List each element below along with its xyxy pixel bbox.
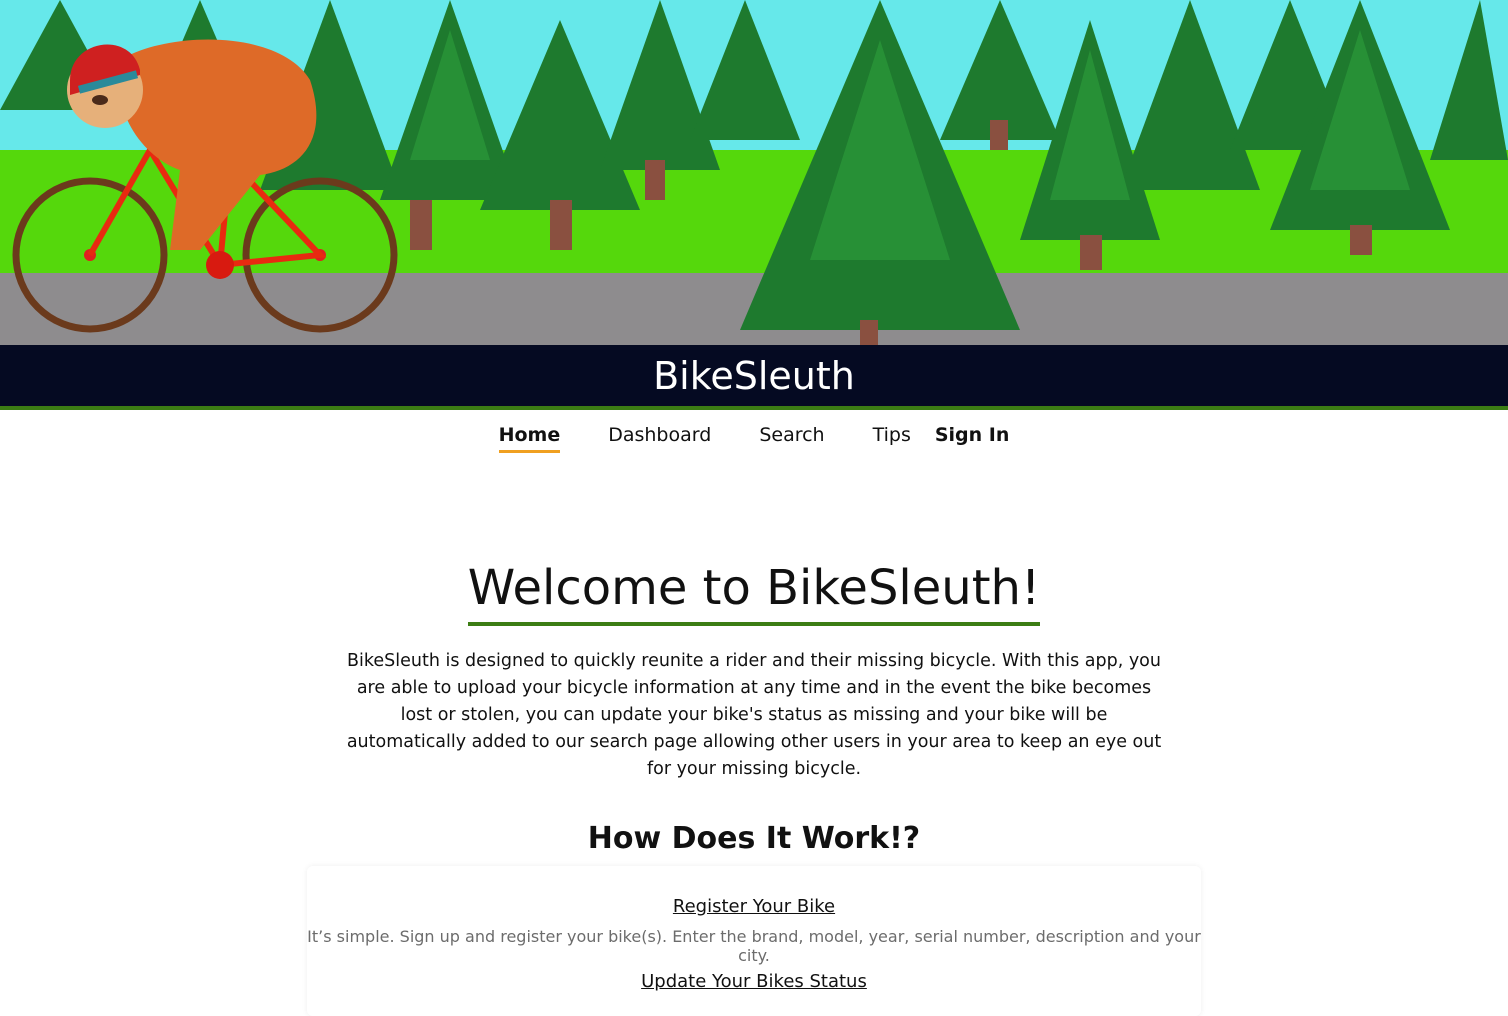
how-it-works-card: Register Your Bike It’s simple. Sign up …: [307, 866, 1201, 1016]
step-text: It’s simple. Sign up and register your b…: [307, 927, 1201, 965]
nav-home[interactable]: Home: [475, 421, 585, 453]
hero-banner: [0, 0, 1508, 345]
how-heading: How Does It Work!?: [587, 821, 921, 856]
main-nav: Home Dashboard Search Tips Sign In: [0, 410, 1508, 460]
sign-in-link[interactable]: Sign In: [935, 421, 1034, 449]
main-content: Welcome to BikeSleuth! BikeSleuth is des…: [0, 460, 1508, 1016]
step-title[interactable]: Register Your Bike: [307, 896, 1201, 917]
nav-search[interactable]: Search: [735, 421, 848, 449]
forest-illustration: [0, 0, 1508, 345]
nav-dashboard[interactable]: Dashboard: [584, 421, 735, 449]
app-title-bar: BikeSleuth: [0, 345, 1508, 406]
step-title[interactable]: Update Your Bikes Status: [307, 971, 1201, 992]
nav-tips[interactable]: Tips: [849, 421, 935, 449]
app-title: BikeSleuth: [653, 354, 855, 398]
welcome-heading: Welcome to BikeSleuth!: [467, 560, 1041, 626]
intro-paragraph: BikeSleuth is designed to quickly reunit…: [346, 651, 1162, 779]
